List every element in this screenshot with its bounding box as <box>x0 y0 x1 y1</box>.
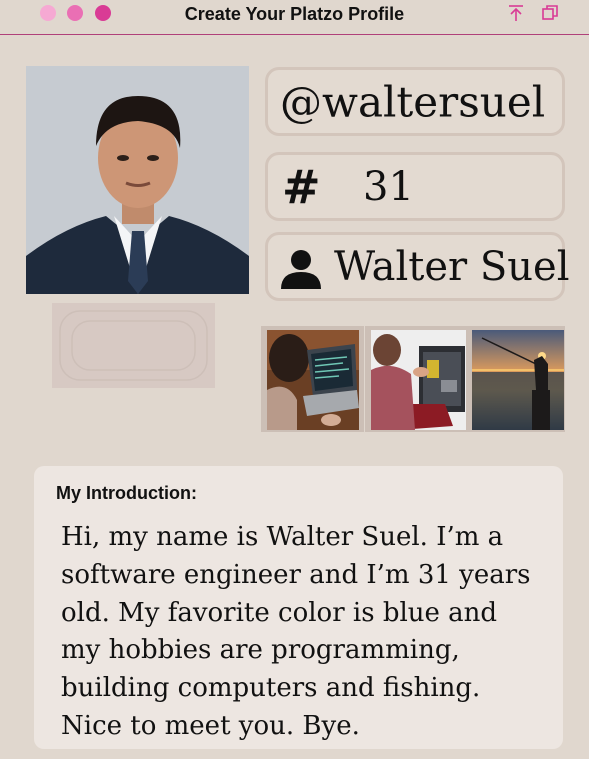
profile-photo <box>26 66 249 294</box>
share-icon[interactable] <box>506 3 526 23</box>
username-value: @waltersuel <box>280 77 546 126</box>
window-title: Create Your Platzo Profile <box>184 4 405 24</box>
name-field[interactable]: Walter Suel <box>265 232 570 301</box>
introduction-card: My Introduction: Hi, my name is Walter S… <box>34 466 563 749</box>
introduction-text[interactable]: Hi, my name is Walter Suel. I’m a softwa… <box>61 519 531 746</box>
username-field[interactable]: @waltersuel <box>265 67 565 136</box>
name-value: Walter Suel <box>334 243 570 290</box>
age-value: 31 <box>363 163 414 210</box>
copy-icon[interactable] <box>540 3 560 23</box>
hobby-programming-photo <box>261 326 364 432</box>
placeholder-card <box>52 303 215 388</box>
hobby-fishing-photo <box>466 326 565 432</box>
title-bar: Create Your Platzo Profile <box>0 0 589 35</box>
age-field[interactable]: # 31 <box>265 152 565 221</box>
person-icon <box>280 247 322 289</box>
hash-icon: # <box>282 159 321 214</box>
hobby-building-computers-photo <box>365 326 467 432</box>
introduction-label: My Introduction: <box>56 483 197 503</box>
